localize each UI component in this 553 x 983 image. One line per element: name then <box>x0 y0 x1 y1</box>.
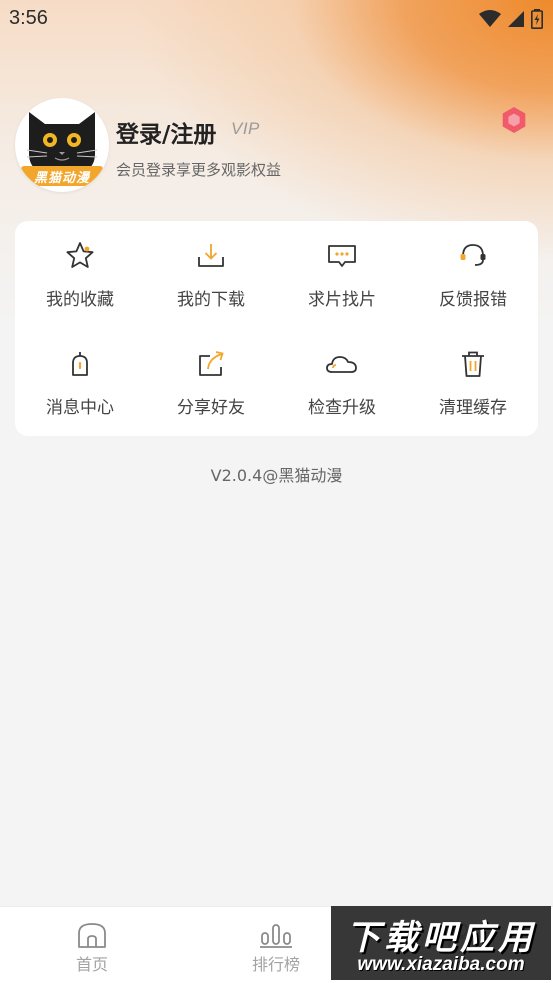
status-time: 3:56 <box>9 7 48 29</box>
profile-header[interactable]: 黑猫动漫 登录/注册 VIP 会员登录享更多观影权益 <box>15 98 535 194</box>
menu-item-clear-cache[interactable]: 清理缓存 <box>408 329 538 419</box>
wifi-icon <box>479 10 501 27</box>
menu-label: 我的收藏 <box>46 290 114 310</box>
download-icon <box>194 239 228 273</box>
watermark-url: www.xiazaiba.com <box>357 954 525 975</box>
bell-icon <box>63 347 97 381</box>
battery-icon <box>531 9 543 29</box>
headset-icon <box>456 239 490 273</box>
star-icon <box>63 239 97 273</box>
cloud-icon <box>325 347 359 381</box>
menu-item-share[interactable]: 分享好友 <box>146 329 276 419</box>
tab-label: 首页 <box>75 955 108 974</box>
menu-label: 检查升级 <box>308 398 376 418</box>
download-site-watermark: 下载吧应用 www.xiazaiba.com <box>331 906 551 980</box>
avatar[interactable]: 黑猫动漫 <box>15 98 109 192</box>
trash-icon <box>456 347 490 381</box>
login-register-title[interactable]: 登录/注册 <box>116 115 216 149</box>
watermark-title: 下载吧应用 <box>346 918 536 958</box>
status-bar: 3:56 <box>0 0 553 38</box>
menu-label: 求片找片 <box>308 290 376 310</box>
vip-tag: VIP <box>231 119 260 138</box>
version-text: V2.0.4@黑猫动漫 <box>210 466 343 485</box>
menu-item-messages[interactable]: 消息中心 <box>15 329 145 419</box>
menu-label: 消息中心 <box>46 398 114 418</box>
menu-card: 我的收藏 我的下载 求片找片 反馈报错 消息中心 分享好友 检查升级 清理缓存 <box>15 221 538 436</box>
menu-item-downloads[interactable]: 我的下载 <box>146 221 276 311</box>
menu-label: 我的下载 <box>177 290 245 310</box>
menu-item-request[interactable]: 求片找片 <box>277 221 407 311</box>
ranking-icon <box>259 921 293 949</box>
login-subtitle: 会员登录享更多观影权益 <box>116 161 282 179</box>
menu-item-favorites[interactable]: 我的收藏 <box>15 221 145 311</box>
menu-label: 清理缓存 <box>439 398 507 418</box>
tab-ranking[interactable]: 排行榜 <box>216 907 336 983</box>
menu-label: 分享好友 <box>177 398 245 418</box>
tab-label: 排行榜 <box>251 955 300 974</box>
menu-label: 反馈报错 <box>439 290 507 310</box>
home-icon <box>75 921 109 949</box>
settings-hexagon-icon[interactable] <box>500 106 528 134</box>
tab-home[interactable]: 首页 <box>32 907 152 983</box>
menu-item-update[interactable]: 检查升级 <box>277 329 407 419</box>
status-icons <box>479 8 543 30</box>
share-icon <box>194 347 228 381</box>
signal-icon <box>508 11 524 27</box>
menu-item-feedback[interactable]: 反馈报错 <box>408 221 538 311</box>
avatar-brand-band: 黑猫动漫 <box>21 166 103 186</box>
chat-bubble-icon <box>325 239 359 273</box>
